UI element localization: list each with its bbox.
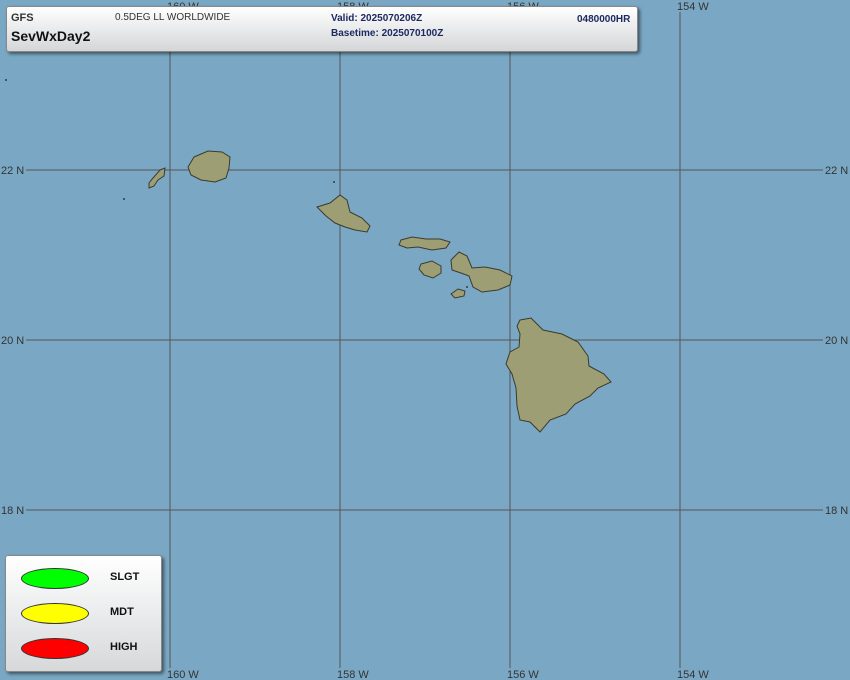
- forecast-hour: 0480000HR: [577, 14, 631, 25]
- legend-item-mdt: MDT: [21, 602, 156, 624]
- islet: [123, 198, 125, 200]
- islet: [466, 286, 468, 288]
- legend-label: HIGH: [110, 641, 138, 653]
- legend-label: MDT: [110, 606, 134, 618]
- lat-label-left-0: 22 N: [0, 164, 26, 177]
- svg-text:18 N: 18 N: [825, 505, 848, 517]
- svg-text:156 W: 156 W: [507, 669, 539, 680]
- lat-label-left-2: 18 N: [0, 504, 26, 517]
- base-time: Basetime: 2025070100Z: [331, 28, 444, 39]
- legend-panel: SLGT MDT HIGH: [5, 555, 162, 672]
- grid-description: 0.5DEG LL WORLDWIDE: [115, 12, 231, 23]
- legend-swatch: [21, 568, 89, 589]
- islet: [333, 181, 335, 183]
- lon-label-bottom-2: 156 W: [503, 668, 539, 680]
- lat-label-right-0: 22 N: [823, 164, 850, 177]
- svg-text:22 N: 22 N: [1, 165, 24, 177]
- islet: [5, 79, 7, 81]
- svg-text:20 N: 20 N: [825, 335, 848, 347]
- svg-text:18 N: 18 N: [1, 505, 24, 517]
- lon-label-bottom-0: 160 W: [163, 668, 199, 680]
- legend-label: SLGT: [110, 571, 140, 583]
- lon-label-bottom-3: 154 W: [673, 668, 709, 680]
- valid-time: Valid: 2025070206Z: [331, 13, 423, 24]
- svg-text:22 N: 22 N: [825, 165, 848, 177]
- svg-text:160 W: 160 W: [167, 669, 199, 680]
- svg-text:154 W: 154 W: [677, 1, 709, 13]
- lon-label-top-3: 154 W: [673, 0, 709, 13]
- lat-label-right-1: 20 N: [823, 334, 850, 347]
- legend-item-high: HIGH: [21, 637, 156, 659]
- legend-swatch: [21, 603, 89, 624]
- svg-text:20 N: 20 N: [1, 335, 24, 347]
- legend-item-slgt: SLGT: [21, 567, 156, 589]
- product-name: SevWxDay2: [11, 28, 91, 44]
- lat-label-left-1: 20 N: [0, 334, 26, 347]
- svg-text:158 W: 158 W: [337, 669, 369, 680]
- svg-text:154 W: 154 W: [677, 669, 709, 680]
- lat-label-right-2: 18 N: [823, 504, 850, 517]
- model-name: GFS: [11, 12, 34, 24]
- legend-swatch: [21, 638, 89, 659]
- title-panel: GFS SevWxDay2 0.5DEG LL WORLDWIDE Valid:…: [6, 6, 638, 52]
- lon-label-bottom-1: 158 W: [333, 668, 369, 680]
